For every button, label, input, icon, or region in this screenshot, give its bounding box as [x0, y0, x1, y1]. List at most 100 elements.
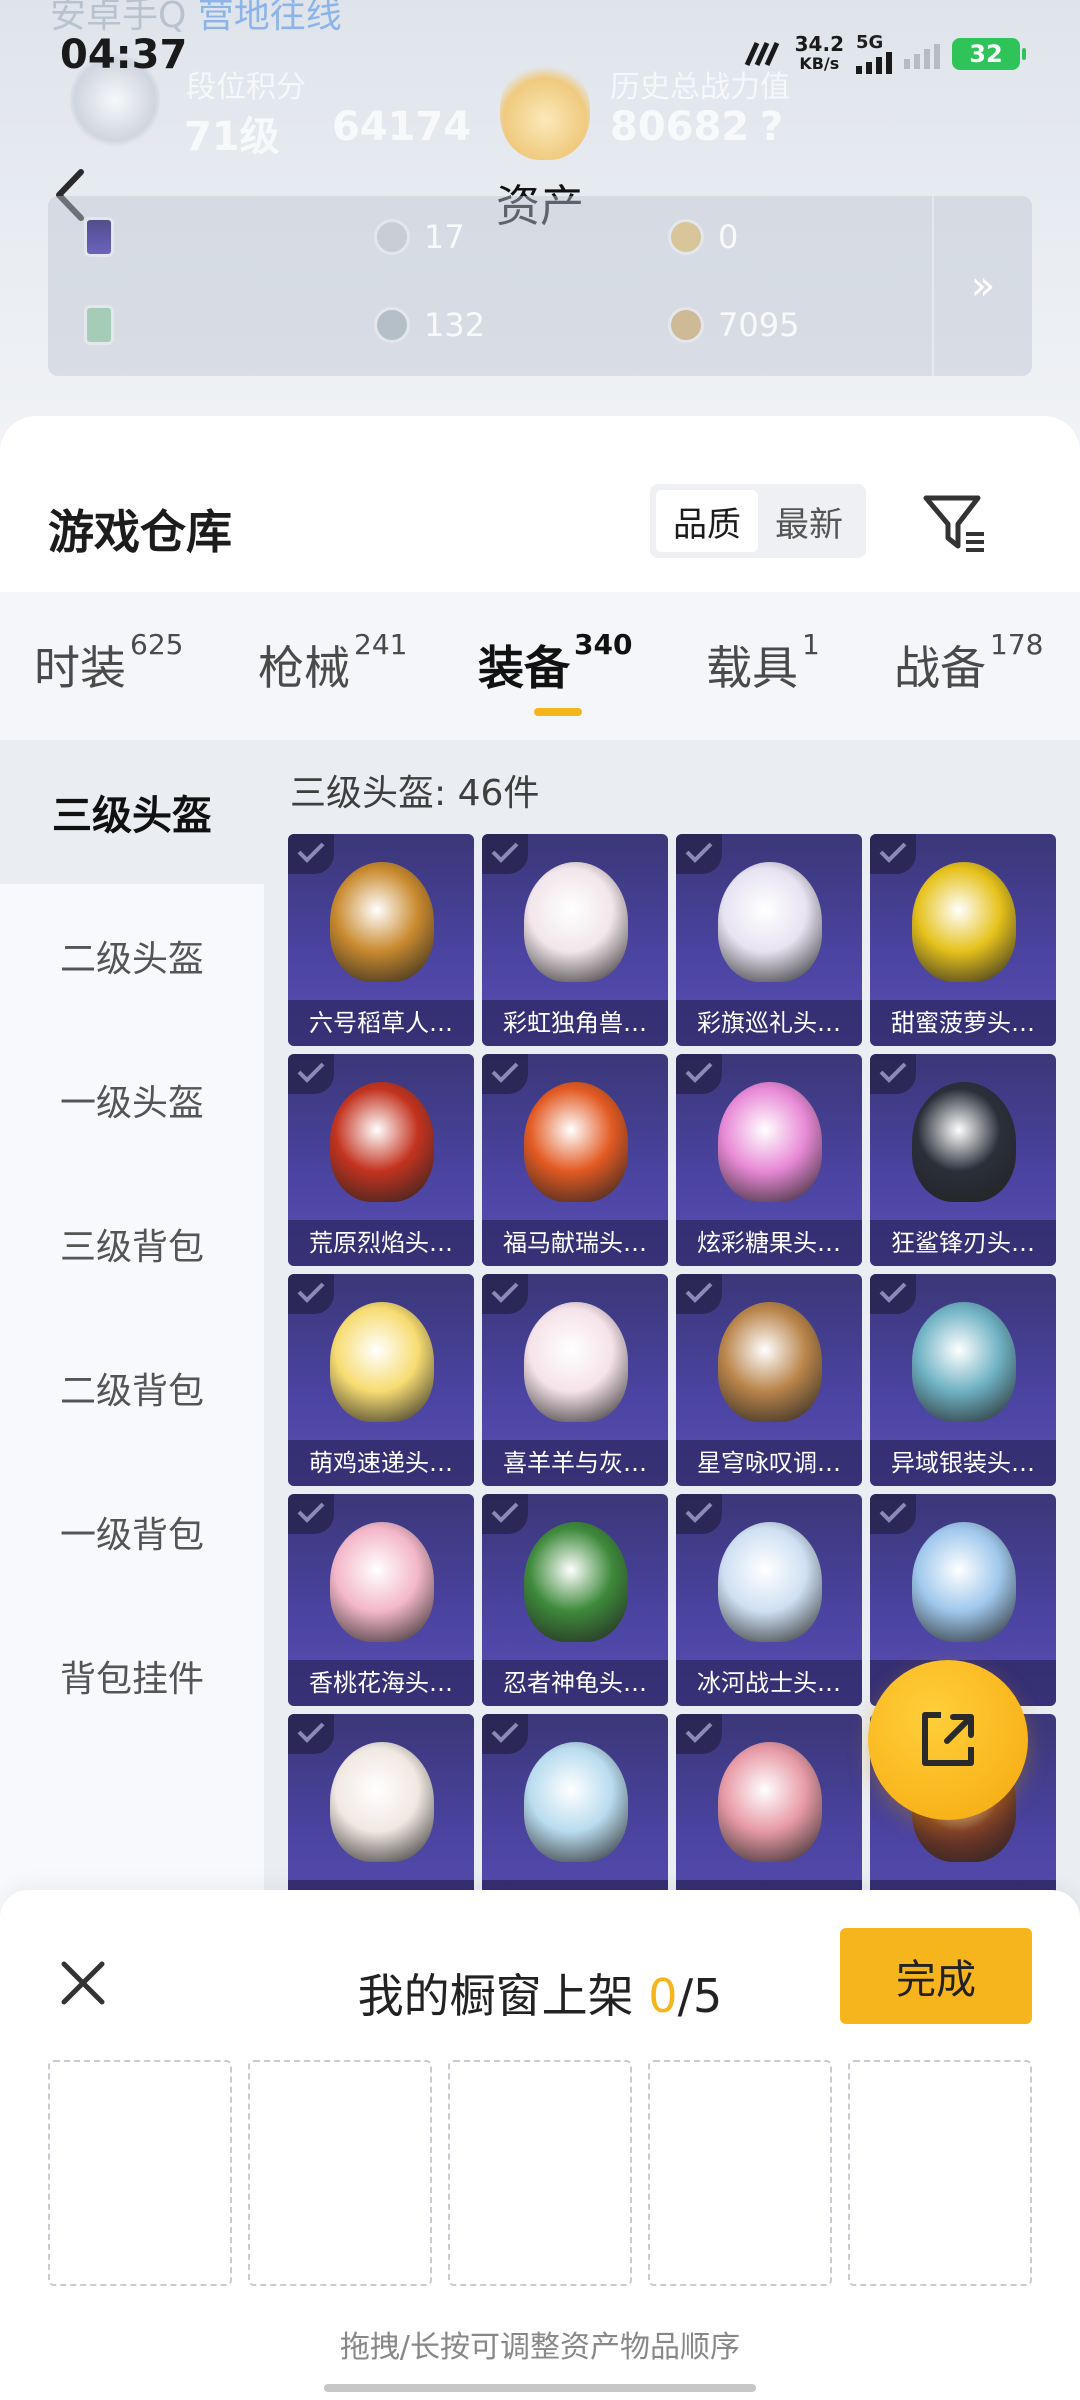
camp-link[interactable]: 营地往线: [198, 0, 342, 36]
tab-label: 战备: [894, 641, 986, 695]
filter-icon: [923, 495, 984, 552]
side-item-level3-backpack[interactable]: 三级背包: [0, 1172, 264, 1316]
asset-item: 0: [668, 218, 738, 256]
check-icon: [482, 1714, 528, 1754]
network-type-label: 5G: [856, 32, 884, 53]
item-card[interactable]: 甜蜜菠萝头…: [870, 834, 1056, 1046]
item-card[interactable]: 星穹咏叹调…: [676, 1274, 862, 1486]
item-card[interactable]: 福马献瑞头…: [482, 1054, 668, 1266]
asset-value: 0: [718, 218, 739, 256]
content-header: 三级头盔: 46件: [290, 773, 540, 814]
showcase-slot[interactable]: [448, 2060, 632, 2286]
silver-coin-icon: [374, 219, 410, 255]
check-icon: [482, 1494, 528, 1534]
showcase-slot[interactable]: [248, 2060, 432, 2286]
check-icon: [676, 1494, 722, 1534]
item-name: 香桃花海头…: [288, 1660, 474, 1706]
item-card[interactable]: 异域银装头…: [870, 1274, 1056, 1486]
item-card[interactable]: 忍者神龟头…: [482, 1494, 668, 1706]
speed-indicator-icon: [744, 41, 779, 67]
card-icon: [84, 217, 114, 257]
asset-item: 0: [84, 305, 114, 345]
item-card[interactable]: 彩旗巡礼头…: [676, 834, 862, 1046]
item-card[interactable]: 荒原烈焰头…: [288, 1054, 474, 1266]
showcase-slot[interactable]: [48, 2060, 232, 2286]
asset-value: 132: [424, 306, 486, 344]
tab-fashion[interactable]: 时装 625: [34, 628, 183, 698]
helmet-image: [718, 1302, 822, 1422]
showcase-hint: 拖拽/长按可调整资产物品顺序: [339, 2330, 741, 2365]
check-icon: [870, 1494, 916, 1534]
helmet-image: [524, 862, 628, 982]
done-button[interactable]: 完成: [840, 1928, 1032, 2024]
net-speed-value: 34.2: [794, 32, 844, 56]
gold-coin-icon: [668, 219, 704, 255]
check-icon: [676, 834, 722, 874]
tab-equipment[interactable]: 装备 340: [478, 628, 632, 698]
check-icon: [870, 834, 916, 874]
check-icon: [676, 1274, 722, 1314]
share-button[interactable]: [868, 1660, 1028, 1820]
check-icon: [482, 834, 528, 874]
item-name: 福马献瑞头…: [482, 1220, 668, 1266]
showcase-title-text: 我的橱窗上架: [357, 1969, 634, 2023]
side-item-level2-backpack[interactable]: 二级背包: [0, 1316, 264, 1460]
item-card[interactable]: 六号稻草人…: [288, 834, 474, 1046]
tab-count: 340: [574, 628, 633, 661]
sort-newest-button[interactable]: 最新: [758, 490, 860, 552]
check-icon: [482, 1054, 528, 1094]
item-card[interactable]: 香桃花海头…: [288, 1494, 474, 1706]
platform-label: 安卓手Q: [50, 0, 187, 36]
tab-count: 1: [802, 628, 820, 661]
item-name: 甜蜜菠萝头…: [870, 1000, 1056, 1046]
item-name: 忍者神龟头…: [482, 1660, 668, 1706]
item-card[interactable]: 喜羊羊与灰…: [482, 1274, 668, 1486]
home-indicator: [324, 2384, 756, 2392]
item-name: 炫彩糖果头…: [676, 1220, 862, 1266]
warehouse-title: 游戏仓库: [48, 505, 232, 559]
item-card[interactable]: 炫彩糖果头…: [676, 1054, 862, 1266]
item-card[interactable]: 冰河战士头…: [676, 1494, 862, 1706]
share-icon: [922, 1712, 974, 1766]
helmet-image: [718, 1742, 822, 1862]
side-item-level3-helmet[interactable]: 三级头盔: [0, 740, 264, 884]
tab-label: 装备: [478, 641, 570, 695]
help-icon[interactable]: ?: [760, 104, 783, 150]
network-type: 5G: [856, 34, 892, 74]
sort-toggle: 品质 最新: [650, 484, 866, 558]
tab-vehicles[interactable]: 载具 1: [706, 628, 820, 698]
side-item-level2-helmet[interactable]: 二级头盔: [0, 884, 264, 1028]
tab-count: 178: [990, 628, 1044, 661]
tab-label: 载具: [706, 641, 798, 695]
sort-quality-button[interactable]: 品质: [656, 490, 758, 552]
item-card[interactable]: 萌鸡速递头…: [288, 1274, 474, 1486]
showcase-slot[interactable]: [648, 2060, 832, 2286]
side-item-level1-backpack[interactable]: 一级背包: [0, 1460, 264, 1604]
history-value: 80682: [610, 104, 750, 150]
showcase-slot[interactable]: [848, 2060, 1032, 2286]
asset-summary-panel: 1 17 0 0 132 7095 »: [48, 196, 1032, 376]
side-item-backpack-charm[interactable]: 背包挂件: [0, 1604, 264, 1748]
check-icon: [870, 1274, 916, 1314]
helmet-image: [524, 1742, 628, 1862]
helmet-image: [718, 862, 822, 982]
silver-token-icon: [374, 307, 410, 343]
helmet-image: [912, 1082, 1016, 1202]
helmet-image: [718, 1082, 822, 1202]
asset-more-button[interactable]: »: [932, 196, 1032, 376]
helmet-image: [912, 1522, 1016, 1642]
helmet-image: [330, 862, 434, 982]
rank-level: 71级: [184, 114, 280, 160]
item-card[interactable]: 狂鲨锋刃头…: [870, 1054, 1056, 1266]
side-item-level1-helmet[interactable]: 一级头盔: [0, 1028, 264, 1172]
tab-guns[interactable]: 枪械 241: [258, 628, 407, 698]
helmet-image: [912, 862, 1016, 982]
item-card[interactable]: 彩虹独角兽…: [482, 834, 668, 1046]
helmet-image: [524, 1082, 628, 1202]
showcase-panel: 我的橱窗上架 0/5 完成 拖拽/长按可调整资产物品顺序: [0, 1890, 1080, 2400]
helmet-image: [912, 1302, 1016, 1422]
tab-gear[interactable]: 战备 178: [894, 628, 1043, 698]
check-icon: [676, 1054, 722, 1094]
rank-points: 64174: [332, 104, 472, 150]
filter-button[interactable]: [920, 488, 990, 558]
